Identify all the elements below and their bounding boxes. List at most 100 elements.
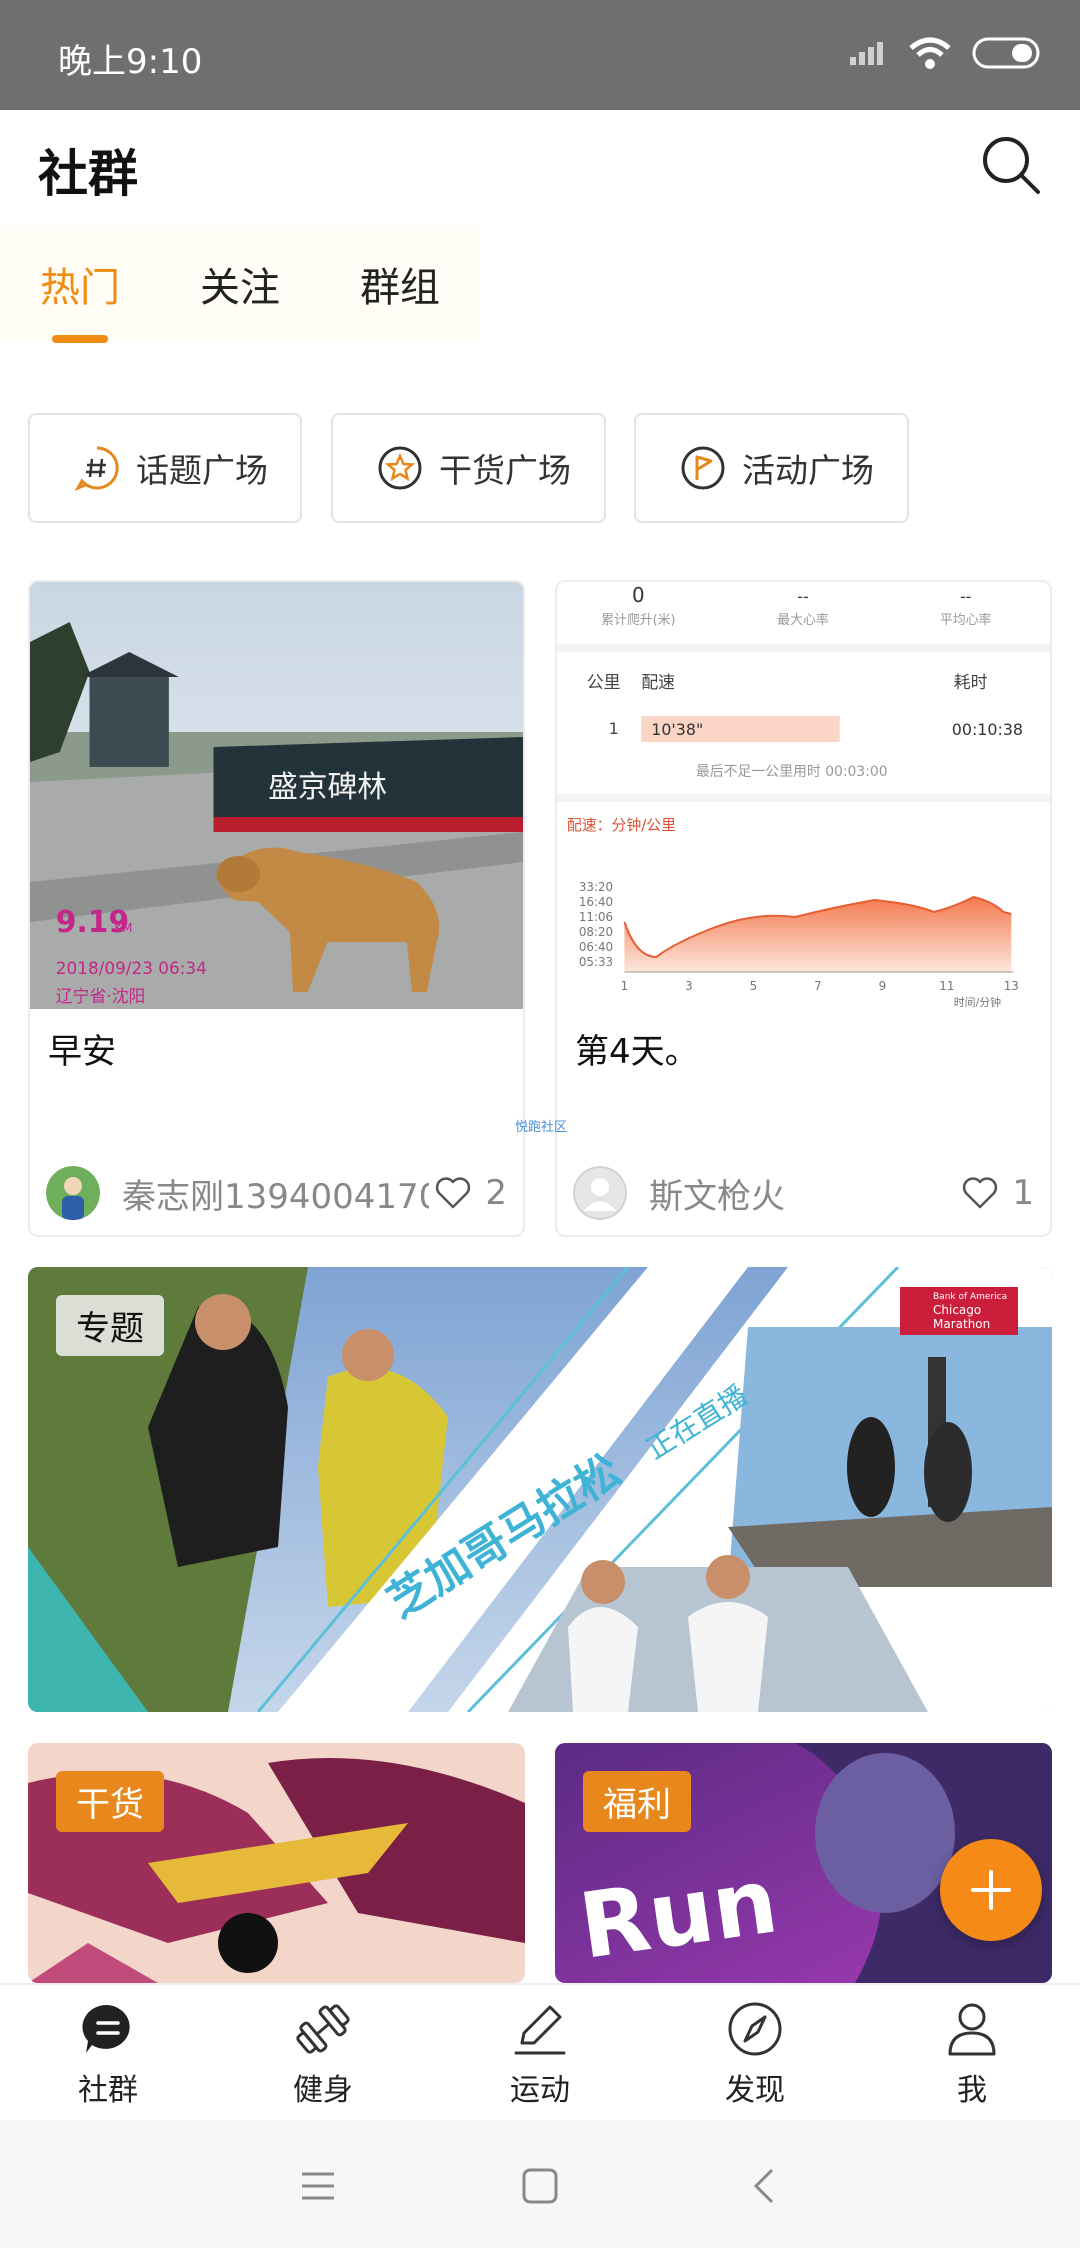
x-tick: 3 <box>685 979 693 993</box>
x-unit: 时间/分钟 <box>954 995 1001 1009</box>
avatar[interactable] <box>573 1166 627 1220</box>
stat-value: 0 <box>632 584 645 607</box>
tab-bar: 热门 关注 群组 <box>0 225 480 343</box>
stat-value: -- <box>960 587 971 606</box>
username[interactable]: 斯文枪火 <box>649 1169 956 1218</box>
y-tick: 05:33 <box>579 955 613 969</box>
plus-icon <box>971 1870 1011 1910</box>
bottom-nav: 社群 健身 运动 发现 我 <box>0 1983 1080 2120</box>
like-button[interactable]: 2 <box>429 1173 507 1213</box>
post-title: 第4天。 <box>575 1032 699 1072</box>
event-square-button[interactable]: 活动广场 <box>634 413 909 523</box>
status-icons <box>848 36 1042 70</box>
featured-topic-banner[interactable]: Bank of America Chicago Marathon 芝加哥马拉松 … <box>28 1267 1052 1712</box>
pen-icon <box>514 2005 566 2055</box>
x-tick: 13 <box>1004 979 1019 993</box>
nav-label: 健身 <box>293 2073 353 2108</box>
tips-square-button[interactable]: 干货广场 <box>331 413 606 523</box>
y-tick: 08:20 <box>579 925 613 939</box>
stat-label: 累计爬升(米) <box>601 613 675 628</box>
status-bar: 晚上9:10 <box>0 0 1080 110</box>
post-author-row: 秦志刚13940041700 2 <box>46 1163 507 1223</box>
stat-value: -- <box>797 587 808 606</box>
table-header: 耗时 <box>954 672 988 692</box>
tab-hot[interactable]: 热门 <box>40 255 120 313</box>
page-title: 社群 <box>38 145 138 203</box>
post-image: 盛京碑林 9.19 KM 2018/09/23 06:34 辽宁省·沈阳 <box>30 582 523 1009</box>
x-tick: 11 <box>939 979 954 993</box>
heart-icon <box>436 1177 471 1209</box>
x-tick: 1 <box>621 979 629 993</box>
sponsor-line2: Chicago <box>933 1303 981 1317</box>
chart-label: 配速：分钟/公里 <box>567 816 676 834</box>
y-tick: 16:40 <box>579 895 613 909</box>
tab-following[interactable]: 关注 <box>200 255 280 313</box>
sponsor-line3: Marathon <box>933 1317 990 1331</box>
perks-tag: 福利 <box>583 1771 691 1832</box>
search-icon[interactable] <box>980 134 1042 196</box>
menu-icon[interactable] <box>296 2164 340 2208</box>
compass-icon <box>728 2002 782 2056</box>
photo-sign: 盛京碑林 <box>268 770 387 805</box>
x-tick: 7 <box>814 979 822 993</box>
photo-datetime: 2018/09/23 06:34 <box>56 958 207 978</box>
like-count: 2 <box>485 1173 507 1213</box>
tips-tag: 干货 <box>56 1771 164 1832</box>
y-tick: 33:20 <box>579 880 613 894</box>
chip-label: 话题广场 <box>136 451 268 490</box>
post-image: 0 累计爬升(米) -- 最大心率 -- 平均心率 公里 配速 耗时 1 10'… <box>557 582 1050 1009</box>
nav-workout[interactable]: 运动 <box>460 1999 620 2114</box>
post-card[interactable]: 0 累计爬升(米) -- 最大心率 -- 平均心率 公里 配速 耗时 1 10'… <box>555 580 1052 1237</box>
battery-icon <box>972 37 1040 69</box>
banner-image: Bank of America Chicago Marathon 芝加哥马拉松 … <box>28 1267 1052 1712</box>
tab-groups[interactable]: 群组 <box>360 255 440 313</box>
photo-unit: KM <box>114 921 132 935</box>
nav-label: 运动 <box>510 2073 570 2108</box>
stat-label: 平均心率 <box>940 612 992 628</box>
system-nav-bar <box>0 2120 1080 2248</box>
active-tab-indicator <box>52 335 108 343</box>
y-tick: 06:40 <box>579 940 613 954</box>
chat-bubble-icon <box>82 2004 130 2053</box>
app-header: 社群 <box>0 110 1080 225</box>
heart-icon <box>963 1177 998 1209</box>
back-icon[interactable] <box>744 2164 788 2208</box>
home-icon[interactable] <box>518 2164 562 2208</box>
table-cell: 00:10:38 <box>952 720 1023 739</box>
status-time: 晚上9:10 <box>58 42 203 82</box>
tips-card[interactable]: 干货 <box>28 1743 525 1983</box>
chip-label: 干货广场 <box>439 451 571 490</box>
wifi-icon <box>909 37 951 69</box>
community-watermark: 悦跑社区 <box>515 1120 568 1135</box>
split-note: 最后不足一公里用时 00:03:00 <box>696 764 888 780</box>
post-title: 早安 <box>48 1032 116 1072</box>
create-post-button[interactable] <box>940 1839 1042 1941</box>
photo-location: 辽宁省·沈阳 <box>56 986 146 1006</box>
like-button[interactable]: 1 <box>956 1173 1034 1213</box>
chip-label: 活动广场 <box>742 451 874 490</box>
like-count: 1 <box>1012 1173 1034 1213</box>
avatar[interactable] <box>46 1166 100 1220</box>
post-card[interactable]: 盛京碑林 9.19 KM 2018/09/23 06:34 辽宁省·沈阳 早安 … <box>28 580 525 1237</box>
nav-discover[interactable]: 发现 <box>675 1999 835 2114</box>
stat-label: 最大心率 <box>777 612 829 628</box>
nav-label: 社群 <box>78 2073 138 2108</box>
username[interactable]: 秦志刚13940041700 <box>122 1169 429 1218</box>
hash-chat-icon <box>74 446 119 491</box>
table-header: 公里 <box>587 672 621 692</box>
signal-icon <box>850 42 883 65</box>
nav-label: 发现 <box>725 2073 785 2108</box>
post-author-row: 斯文枪火 1 <box>573 1163 1034 1223</box>
flag-circle-icon <box>681 446 725 490</box>
nav-me[interactable]: 我 <box>892 1999 1052 2114</box>
topic-square-button[interactable]: 话题广场 <box>28 413 302 523</box>
star-circle-icon <box>378 446 422 490</box>
y-tick: 11:06 <box>579 910 613 924</box>
topic-tag: 专题 <box>56 1295 164 1356</box>
table-cell: 1 <box>609 719 619 738</box>
nav-fitness[interactable]: 健身 <box>243 1999 403 2114</box>
nav-community[interactable]: 社群 <box>28 1999 188 2114</box>
x-tick: 5 <box>750 979 758 993</box>
sponsor-line1: Bank of America <box>933 1292 1007 1302</box>
person-icon <box>948 2003 996 2056</box>
